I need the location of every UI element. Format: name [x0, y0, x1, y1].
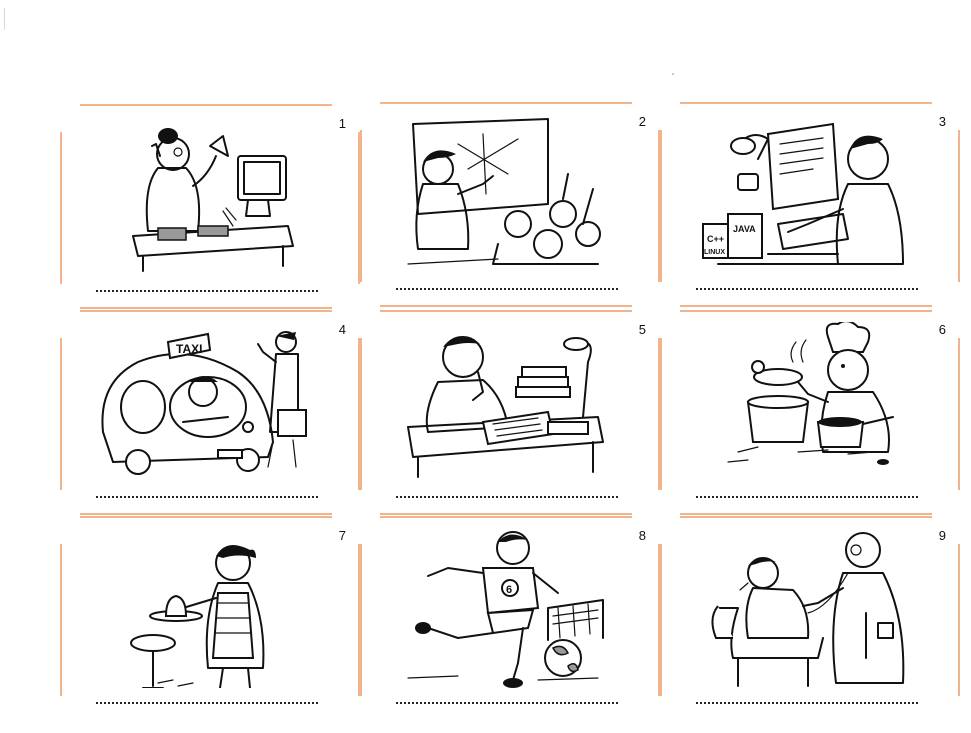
frame-left: [360, 130, 362, 282]
frame-right: [958, 130, 960, 282]
taxi-illustration: TAXI: [101, 331, 307, 475]
answer-line[interactable]: [696, 288, 918, 290]
frame-top: [380, 102, 632, 104]
answer-line[interactable]: [96, 702, 318, 704]
waitress-illustration: [130, 545, 265, 688]
programmer-illustration: C++ LINUX JAVA: [702, 122, 904, 265]
answer-line[interactable]: [396, 496, 618, 498]
secretary-illustration: [132, 128, 294, 272]
frame-left: [360, 338, 362, 490]
frame-right: [958, 338, 960, 490]
card-8: 8 6: [360, 516, 660, 721]
answer-line[interactable]: [96, 290, 318, 292]
shirt-number: 6: [506, 584, 512, 596]
frame-top: [80, 516, 332, 518]
taxi-sign: TAXI: [176, 342, 202, 356]
worksheet: 1 2 3 C++ LINUX JAVA 4 TAXI 5 6 7 8 6 9: [0, 0, 971, 733]
card-9: 9: [660, 516, 960, 721]
card-4: 4 TAXI: [60, 310, 360, 515]
answer-line[interactable]: [96, 496, 318, 498]
frame-top: [80, 104, 332, 106]
frame-top: [380, 516, 632, 518]
card-number: 4: [338, 322, 346, 337]
card-5: 5: [360, 310, 660, 515]
scan-mark: [4, 8, 5, 30]
answer-line[interactable]: [396, 702, 618, 704]
answer-line[interactable]: [696, 702, 918, 704]
chef-illustration: [727, 322, 894, 465]
frame-bottom: [680, 513, 932, 515]
frame-top: [380, 310, 632, 312]
frame-left: [360, 544, 362, 696]
frame-bottom: [380, 305, 632, 307]
card-number: 5: [638, 322, 646, 337]
frame-left: [60, 338, 62, 490]
frame-left: [60, 544, 62, 696]
frame-bottom: [680, 305, 932, 307]
frame-bottom: [380, 513, 632, 515]
frame-left: [660, 544, 662, 696]
frame-right: [958, 544, 960, 696]
scan-dot: [672, 73, 674, 75]
footballer-illustration: 6: [407, 531, 604, 688]
frame-left: [60, 132, 62, 284]
card-6: 6: [660, 310, 960, 515]
card-3: 3 C++ LINUX JAVA: [660, 102, 960, 307]
card-number: 3: [938, 114, 946, 129]
cpp-label: C++: [707, 234, 724, 244]
card-number: 9: [938, 528, 946, 543]
card-number: 6: [938, 322, 946, 337]
frame-left: [660, 338, 662, 490]
frame-bottom: [80, 513, 332, 515]
teacher-illustration: [407, 118, 601, 265]
card-7: 7: [60, 516, 360, 721]
doctor-illustration: [711, 532, 905, 687]
java-label: JAVA: [733, 224, 756, 234]
frame-top: [680, 102, 932, 104]
card-number: 2: [638, 114, 646, 129]
frame-top: [680, 310, 932, 312]
frame-left: [660, 130, 662, 282]
student-illustration: [407, 336, 604, 478]
answer-line[interactable]: [696, 496, 918, 498]
card-1: 1: [60, 104, 360, 309]
frame-top: [680, 516, 932, 518]
card-number: 7: [338, 528, 346, 543]
answer-line[interactable]: [396, 288, 618, 290]
card-number: 8: [638, 528, 646, 543]
linux-label: LINUX: [704, 249, 725, 256]
frame-top: [80, 310, 332, 312]
card-number: 1: [338, 116, 346, 131]
frame-bottom: [80, 307, 332, 309]
card-2: 2: [360, 102, 660, 307]
